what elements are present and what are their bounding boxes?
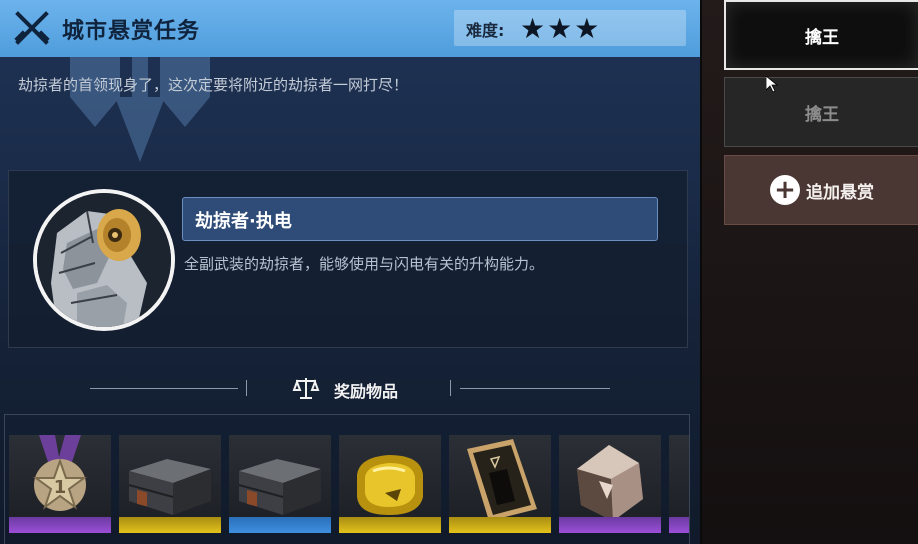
reward-item-data-card[interactable] <box>449 435 551 533</box>
bounty-tab-selected[interactable]: 擒王 <box>724 0 918 70</box>
divider <box>246 380 247 396</box>
reward-item-gold-chip[interactable] <box>339 435 441 533</box>
boss-card: 劫掠者·执电 全副武装的劫掠者，能够使用与闪电有关的升构能力。 <box>8 170 688 348</box>
armored-raider-portrait <box>37 193 171 327</box>
rarity-bar <box>449 517 551 533</box>
difficulty-stars: ★★★ <box>520 12 602 45</box>
add-bounty-label: 追加悬赏 <box>806 182 874 203</box>
mission-description: 劫掠者的首领现身了，这次定要将附近的劫掠者一网打尽！ <box>18 76 409 94</box>
rewards-label: 奖励物品 <box>334 382 399 401</box>
svg-text:1: 1 <box>54 477 67 498</box>
difficulty-indicator: 难度: ★★★ <box>454 10 686 46</box>
bounty-tab[interactable]: 擒王 <box>724 77 918 147</box>
boss-description: 全副武装的劫掠者，能够使用与闪电有关的升构能力。 <box>184 255 545 273</box>
boss-name-field: 劫掠者·执电 <box>182 197 658 241</box>
mouse-cursor-icon <box>766 76 778 92</box>
rarity-bar <box>559 517 661 533</box>
reward-item-crate[interactable] <box>119 435 221 533</box>
plus-icon: + <box>770 175 800 205</box>
page-title: 城市悬赏任务 <box>62 19 201 44</box>
rarity-bar <box>9 517 111 533</box>
rarity-bar <box>119 517 221 533</box>
bounty-tab-label: 擒王 <box>805 27 839 48</box>
difficulty-label: 难度: <box>466 21 505 40</box>
boss-name: 劫掠者·执电 <box>195 211 292 232</box>
boss-avatar[interactable] <box>33 189 175 331</box>
reward-item-partial[interactable] <box>669 435 689 533</box>
rewards-section-header: 奖励物品 <box>0 370 700 406</box>
divider <box>460 388 610 389</box>
rarity-bar <box>339 517 441 533</box>
rarity-bar <box>669 517 689 533</box>
divider <box>450 380 451 396</box>
bounty-panel: 城市悬赏任务 难度: ★★★ 劫掠者的首领现身了，这次定要将附近的劫掠者一网打尽… <box>0 0 700 544</box>
reward-item-crystal[interactable] <box>559 435 661 533</box>
reward-item-crate[interactable] <box>229 435 331 533</box>
bounty-tab-label: 擒王 <box>805 104 839 125</box>
add-bounty-button[interactable]: + 追加悬赏 <box>724 155 918 225</box>
rarity-bar <box>229 517 331 533</box>
divider <box>90 388 238 389</box>
crossed-swords-icon <box>14 11 50 45</box>
rewards-list: 1 <box>4 414 690 544</box>
reward-item-medal[interactable]: 1 <box>9 435 111 533</box>
scales-icon <box>292 378 320 399</box>
bounty-header: 城市悬赏任务 难度: ★★★ <box>0 0 700 57</box>
bounty-list-panel: 擒王 擒王 + 追加悬赏 <box>700 0 918 544</box>
